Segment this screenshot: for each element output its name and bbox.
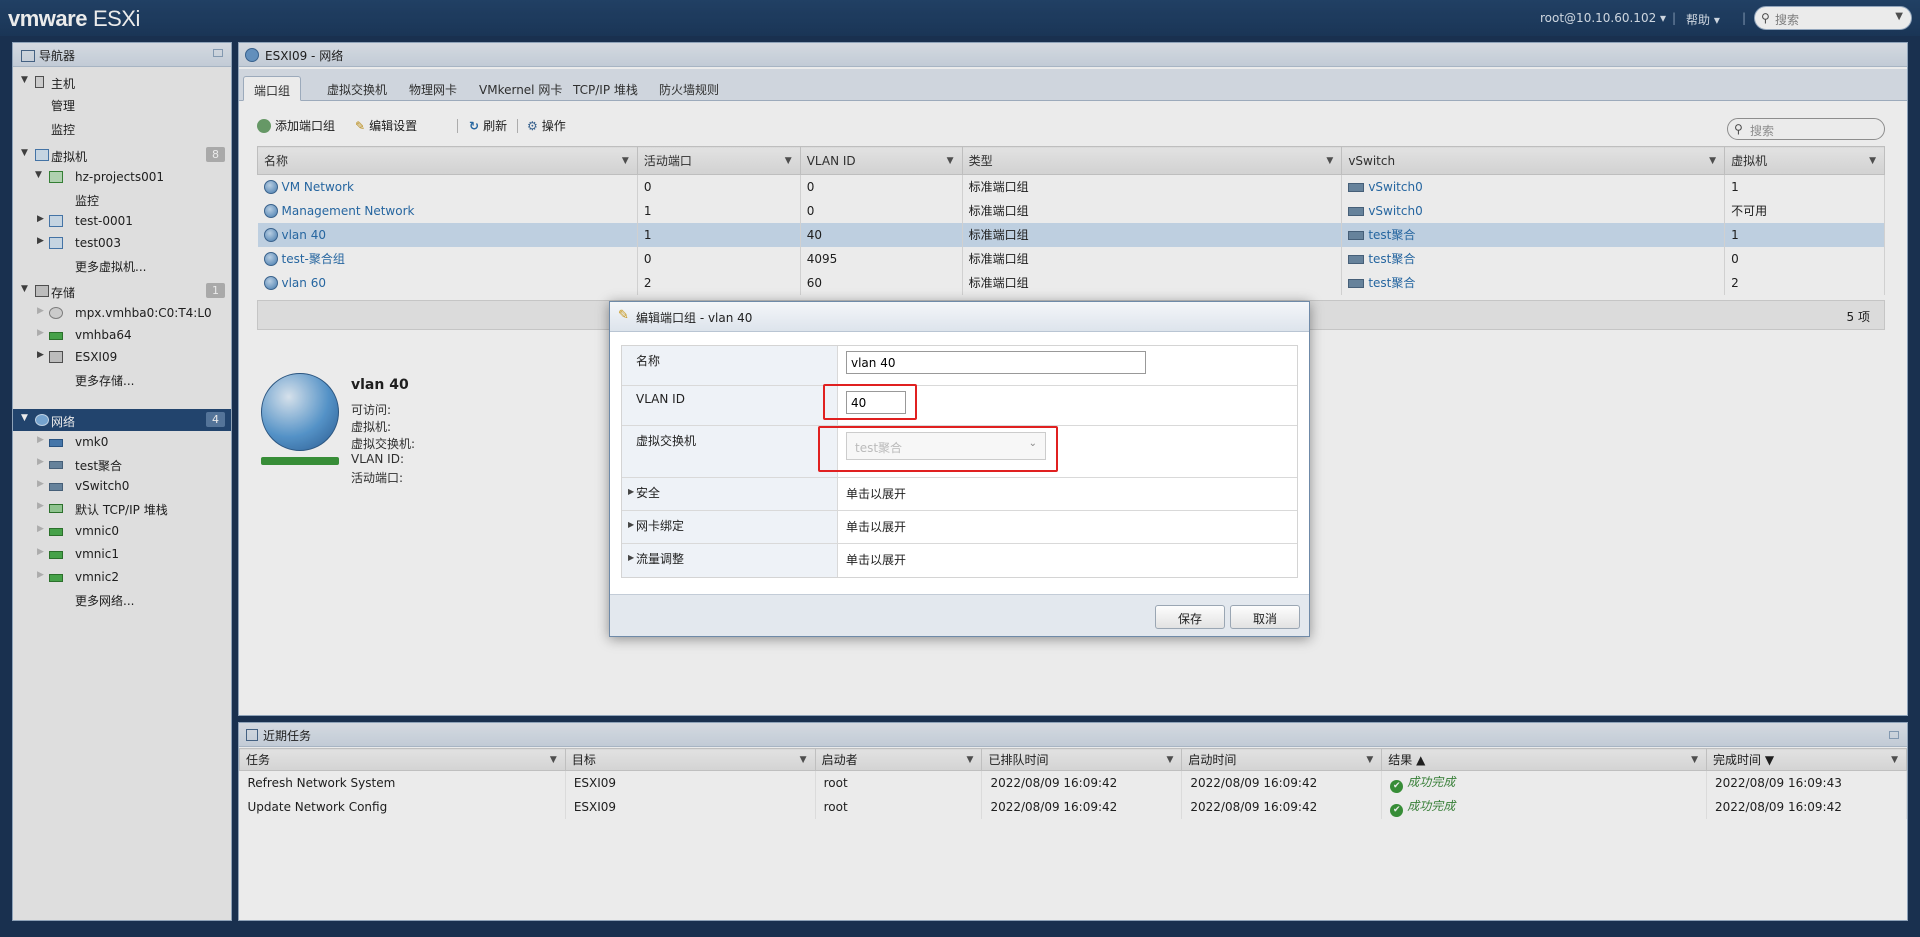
edit-port-group-dialog: ✎ 编辑端口组 - vlan 40 名称 VLAN ID 虚拟交换机 test聚…	[609, 301, 1310, 637]
form-row-traffic-shaping[interactable]: ▶ 流量调整 单击以展开	[622, 544, 1297, 577]
name-label: 名称	[622, 346, 838, 385]
nic-teaming-expand-text[interactable]: 单击以展开	[846, 518, 906, 535]
form-row-name: 名称	[622, 346, 1297, 386]
traffic-shaping-label[interactable]: ▶ 流量调整	[622, 544, 838, 577]
cancel-button[interactable]: 取消	[1230, 605, 1300, 629]
form-row-vlan: VLAN ID	[622, 386, 1297, 426]
traffic-shaping-expand-text[interactable]: 单击以展开	[846, 551, 906, 568]
highlight-box	[823, 384, 917, 420]
dialog-footer: 保存 取消	[610, 594, 1309, 636]
nic-teaming-label[interactable]: ▶ 网卡绑定	[622, 511, 838, 543]
vlan-id-label: VLAN ID	[622, 386, 838, 425]
expand-arrow-icon[interactable]: ▶	[628, 520, 634, 529]
expand-arrow-icon[interactable]: ▶	[628, 487, 634, 496]
security-label[interactable]: ▶ 安全	[622, 478, 838, 510]
form-row-security[interactable]: ▶ 安全 单击以展开	[622, 478, 1297, 511]
expand-arrow-icon[interactable]: ▶	[628, 553, 634, 562]
security-expand-text[interactable]: 单击以展开	[846, 485, 906, 502]
save-button[interactable]: 保存	[1155, 605, 1225, 629]
highlight-box	[818, 426, 1058, 472]
vswitch-label: 虚拟交换机	[622, 426, 838, 477]
pencil-icon: ✎	[618, 308, 629, 323]
form-row-nic-teaming[interactable]: ▶ 网卡绑定 单击以展开	[622, 511, 1297, 544]
dialog-title: 编辑端口组 - vlan 40	[636, 311, 753, 325]
name-input[interactable]	[846, 351, 1146, 374]
dialog-header: ✎ 编辑端口组 - vlan 40	[610, 302, 1309, 332]
